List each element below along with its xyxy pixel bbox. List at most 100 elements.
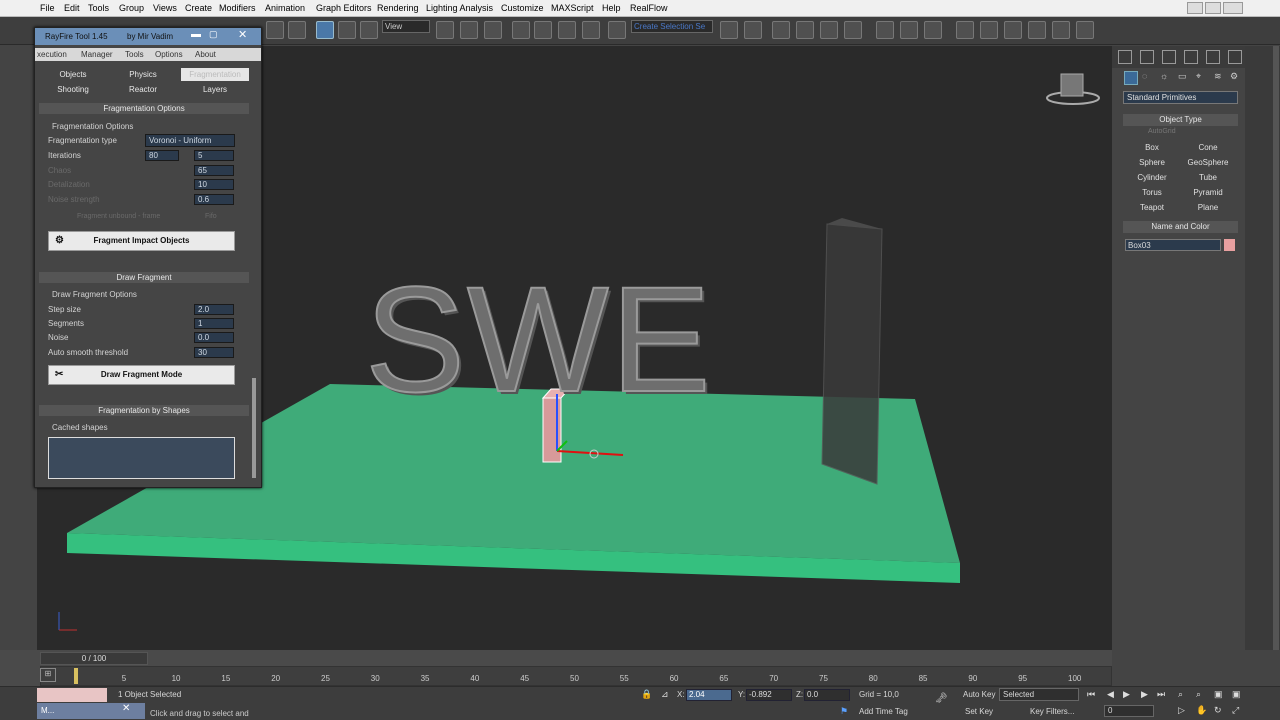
- mirror-icon[interactable]: [720, 21, 738, 39]
- segments-spinner[interactable]: 1: [194, 318, 234, 329]
- lights-icon[interactable]: ☼: [1160, 71, 1172, 85]
- angle-snap-icon[interactable]: [534, 21, 552, 39]
- select-and-move-icon[interactable]: [316, 21, 334, 39]
- minimize-button[interactable]: [1187, 2, 1203, 14]
- modify-tab-icon[interactable]: [1140, 50, 1154, 64]
- set-key-mode-icon[interactable]: 🗝: [935, 693, 957, 709]
- category-dropdown[interactable]: Standard Primitives: [1123, 91, 1238, 104]
- key-filters-button[interactable]: Key Filters...: [1030, 707, 1074, 716]
- absolute-mode-icon[interactable]: ⊿: [661, 689, 669, 700]
- teapot-button[interactable]: Teapot: [1124, 201, 1180, 214]
- tube-button[interactable]: Tube: [1180, 171, 1236, 184]
- select-region-icon[interactable]: [288, 21, 306, 39]
- maximize-viewport-icon[interactable]: ⤢: [1232, 705, 1239, 716]
- zoom-extents-all-icon[interactable]: ▣: [1232, 689, 1241, 700]
- realflow-icon-5[interactable]: [1076, 21, 1094, 39]
- rayfire-restore-icon[interactable]: ▢: [209, 29, 223, 41]
- menu-customize[interactable]: Customize: [501, 3, 544, 13]
- object-color-swatch[interactable]: [1224, 239, 1235, 251]
- next-frame-icon[interactable]: ▶: [1141, 689, 1148, 700]
- menu-views[interactable]: Views: [153, 3, 177, 13]
- helpers-icon[interactable]: ⌖: [1196, 71, 1208, 85]
- menu-rendering[interactable]: Rendering: [377, 3, 419, 13]
- named-selection-set-input[interactable]: Create Selection Se: [631, 20, 713, 33]
- realflow-icon-4[interactable]: [1052, 21, 1070, 39]
- taskbar-item[interactable]: M...: [41, 706, 54, 715]
- geosphere-button[interactable]: GeoSphere: [1180, 156, 1236, 169]
- auto-key-button[interactable]: Auto Key: [963, 690, 995, 699]
- realflow-icon-1[interactable]: [980, 21, 998, 39]
- menu-animation[interactable]: Animation: [265, 3, 305, 13]
- utilities-tab-icon[interactable]: [1228, 50, 1242, 64]
- spacewarps-icon[interactable]: ≋: [1214, 71, 1226, 85]
- rayfire-menu-about[interactable]: About: [195, 50, 216, 59]
- cylinder-button[interactable]: Cylinder: [1124, 171, 1180, 184]
- viewcube-icon[interactable]: [1060, 73, 1084, 97]
- cached-shapes-list[interactable]: [48, 437, 235, 479]
- frag-type-dropdown[interactable]: Voronoi - Uniform: [145, 134, 235, 147]
- rayfire-menu-manager[interactable]: Manager: [81, 50, 113, 59]
- box-button[interactable]: Box: [1124, 141, 1180, 154]
- prev-frame-icon[interactable]: ◀: [1107, 689, 1114, 700]
- rayfire-menu-options[interactable]: Options: [155, 50, 183, 59]
- goto-start-icon[interactable]: ⏮: [1087, 689, 1095, 700]
- edit-named-sets-icon[interactable]: [608, 21, 626, 39]
- systems-icon[interactable]: ⚙: [1230, 71, 1242, 85]
- noise-strength-spinner[interactable]: 0.6: [194, 194, 234, 205]
- zoom-extents-icon[interactable]: ▣: [1214, 689, 1223, 700]
- maxscript-listener[interactable]: [37, 688, 107, 702]
- object-type-rollout[interactable]: Object Type: [1123, 114, 1238, 126]
- snap-toggle-icon[interactable]: [512, 21, 530, 39]
- select-manipulate-icon[interactable]: [460, 21, 478, 39]
- set-key-button[interactable]: Set Key: [965, 707, 993, 716]
- y-coordinate-field[interactable]: -0.892: [746, 689, 792, 701]
- z-coordinate-field[interactable]: 0.0: [804, 689, 850, 701]
- current-frame-field[interactable]: 0: [1104, 705, 1154, 717]
- render-production-icon[interactable]: [956, 21, 974, 39]
- play-icon[interactable]: ▶: [1123, 689, 1130, 700]
- shapes-icon[interactable]: ◌: [1142, 71, 1154, 85]
- keyboard-shortcut-icon[interactable]: [484, 21, 502, 39]
- object-name-input[interactable]: Box03: [1125, 239, 1221, 251]
- tab-objects[interactable]: Objects: [39, 68, 107, 81]
- menu-create[interactable]: Create: [185, 3, 212, 13]
- rendered-frame-icon[interactable]: [924, 21, 942, 39]
- cone-button[interactable]: Cone: [1180, 141, 1236, 154]
- restore-button[interactable]: [1205, 2, 1221, 14]
- timeline-config-icon[interactable]: ⊞: [40, 668, 56, 682]
- geometry-icon[interactable]: [1124, 71, 1138, 85]
- x-coordinate-field[interactable]: 2.04: [686, 689, 732, 701]
- detalization-spinner[interactable]: 10: [194, 179, 234, 190]
- display-tab-icon[interactable]: [1206, 50, 1220, 64]
- graphite-toggle-icon[interactable]: [796, 21, 814, 39]
- command-panel-scrollbar[interactable]: [1273, 46, 1279, 650]
- layer-manager-icon[interactable]: [772, 21, 790, 39]
- scene-3d-text[interactable]: SWE: [364, 263, 713, 415]
- rayfire-close-icon[interactable]: ✕: [238, 28, 252, 41]
- fov-icon[interactable]: ▷: [1178, 705, 1185, 716]
- name-and-color-rollout[interactable]: Name and Color: [1123, 221, 1238, 233]
- time-slider[interactable]: 0 / 100: [40, 652, 148, 665]
- fragmentation-by-shapes-rollout[interactable]: Fragmentation by Shapes: [39, 405, 249, 416]
- reference-coordinate-select[interactable]: View: [382, 20, 430, 33]
- add-time-tag[interactable]: Add Time Tag: [859, 707, 908, 716]
- tab-physics[interactable]: Physics: [109, 68, 177, 81]
- fragment-impact-objects-button[interactable]: ⚙ Fragment Impact Objects: [48, 231, 235, 251]
- menu-file[interactable]: File: [40, 3, 55, 13]
- motion-tab-icon[interactable]: [1184, 50, 1198, 64]
- schematic-view-icon[interactable]: [844, 21, 862, 39]
- iterations-a-spinner[interactable]: 80: [145, 150, 179, 161]
- select-and-rotate-icon[interactable]: [338, 21, 356, 39]
- zoom-all-icon[interactable]: ⌕: [1196, 689, 1201, 700]
- auto-smooth-spinner[interactable]: 30: [194, 347, 234, 358]
- chaos-spinner[interactable]: 65: [194, 165, 234, 176]
- rayfire-menu-execution[interactable]: xecution: [37, 50, 67, 59]
- menu-help[interactable]: Help: [602, 3, 621, 13]
- menu-graph-editors[interactable]: Graph Editors: [316, 3, 372, 13]
- spinner-snap-icon[interactable]: [582, 21, 600, 39]
- tab-fragmentation[interactable]: Fragmentation: [181, 68, 249, 81]
- plane-button[interactable]: Plane: [1180, 201, 1236, 214]
- menu-lighting-analysis[interactable]: Lighting Analysis: [426, 3, 493, 13]
- tab-shooting[interactable]: Shooting: [39, 83, 107, 96]
- autogrid-checkbox[interactable]: AutoGrid: [1148, 128, 1176, 135]
